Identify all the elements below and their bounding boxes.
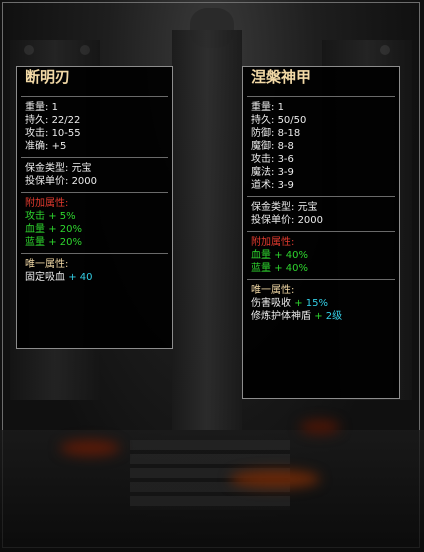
attribute-value: + 40%	[274, 250, 308, 261]
attribute-value: + 20%	[48, 224, 82, 235]
extra-attributes: 附加属性: 攻击 + 5% 血量 + 20% 蓝量 + 20%	[17, 197, 172, 249]
attribute-value: + 5%	[48, 211, 76, 222]
extra-attribute-row: 血量 + 40%	[251, 249, 391, 262]
stat-value: 50/50	[277, 115, 307, 126]
stat-label: 魔御:	[251, 141, 275, 152]
attribute-label: 攻击	[25, 211, 45, 222]
lava-glow	[60, 440, 120, 456]
item-tooltip-armor: 涅槃神甲 重量: 1 持久: 50/50 防御: 8-18 魔御: 8-8 攻击…	[242, 66, 400, 399]
stat-row: 准确: +5	[25, 140, 164, 153]
attribute-value: + 40	[68, 272, 93, 283]
attribute-label: 蓝量	[25, 237, 45, 248]
insurance-value: 元宝	[71, 163, 92, 174]
stat-row: 攻击: 3-6	[251, 153, 391, 166]
lava-glow	[230, 470, 320, 488]
stat-row: 持久: 50/50	[251, 114, 391, 127]
attribute-label: 伤害吸收	[251, 298, 291, 309]
base-stats: 重量: 1 持久: 50/50 防御: 8-18 魔御: 8-8 攻击: 3-6…	[243, 101, 399, 192]
item-name: 断明刃	[25, 68, 71, 86]
insurance-section: 保金类型: 元宝 投保单价: 2000	[243, 201, 399, 227]
base-stats: 重量: 1 持久: 22/22 攻击: 10-55 准确: +5	[17, 101, 172, 153]
stat-row: 持久: 22/22	[25, 114, 164, 127]
stat-row: 魔法: 3-9	[251, 166, 391, 179]
stat-value: 8-18	[277, 128, 301, 139]
divider	[247, 196, 395, 197]
insurance-section: 保金类型: 元宝 投保单价: 2000	[17, 162, 172, 188]
stat-label: 准确:	[25, 141, 49, 152]
extra-attribute-row: 蓝量 + 40%	[251, 262, 391, 275]
stat-label: 持久:	[25, 115, 49, 126]
divider	[247, 279, 395, 280]
unique-attributes-header: 唯一属性:	[251, 285, 295, 296]
stat-value: 10-55	[51, 128, 81, 139]
attribute-label: 固定吸血	[25, 272, 65, 283]
stone-gate	[172, 30, 242, 430]
attribute-value: + 20%	[48, 237, 82, 248]
insurance-value: 元宝	[297, 202, 318, 213]
stat-label: 魔法:	[251, 167, 275, 178]
item-tooltip-weapon: 断明刃 重量: 1 持久: 22/22 攻击: 10-55 准确: +5 保金类…	[16, 66, 173, 349]
insurance-label: 投保单价:	[25, 176, 69, 187]
unique-attribute-row: 伤害吸收 + 15%	[251, 297, 391, 310]
extra-attribute-row: 攻击 + 5%	[25, 210, 164, 223]
stat-value: 3-9	[277, 180, 294, 191]
attribute-label: 蓝量	[251, 263, 271, 274]
divider	[21, 253, 168, 254]
stat-row: 魔御: 8-8	[251, 140, 391, 153]
extra-attributes-header: 附加属性:	[251, 237, 295, 248]
divider	[21, 96, 168, 97]
attribute-value: 2级	[325, 311, 343, 322]
insurance-value: 2000	[297, 215, 324, 226]
attribute-label: 血量	[251, 250, 271, 261]
extra-attributes-header: 附加属性:	[25, 198, 69, 209]
unique-attribute-row: 固定吸血 + 40	[25, 271, 164, 284]
attribute-label: 修炼护体神盾	[251, 311, 311, 322]
divider	[247, 231, 395, 232]
insurance-row: 保金类型: 元宝	[251, 201, 391, 214]
lava-glow	[300, 420, 340, 434]
insurance-value: 2000	[71, 176, 98, 187]
extra-attributes: 附加属性: 血量 + 40% 蓝量 + 40%	[243, 236, 399, 275]
attribute-value: + 40%	[274, 263, 308, 274]
stat-value: 8-8	[277, 141, 294, 152]
stat-value: 1	[51, 102, 58, 113]
insurance-row: 投保单价: 2000	[251, 214, 391, 227]
divider	[21, 157, 168, 158]
attribute-plus: +	[294, 298, 303, 309]
unique-attributes: 唯一属性: 固定吸血 + 40	[17, 258, 172, 284]
insurance-label: 保金类型:	[25, 163, 69, 174]
stat-row: 防御: 8-18	[251, 127, 391, 140]
stat-value: +5	[51, 141, 67, 152]
stat-label: 攻击:	[251, 154, 275, 165]
item-name: 涅槃神甲	[251, 68, 312, 86]
stat-label: 重量:	[251, 102, 275, 113]
insurance-label: 投保单价:	[251, 215, 295, 226]
insurance-row: 投保单价: 2000	[25, 175, 164, 188]
attribute-label: 血量	[25, 224, 45, 235]
stat-label: 道术:	[251, 180, 275, 191]
stat-value: 3-6	[277, 154, 294, 165]
stat-value: 22/22	[51, 115, 81, 126]
divider	[247, 96, 395, 97]
insurance-label: 保金类型:	[251, 202, 295, 213]
stat-row: 重量: 1	[25, 101, 164, 114]
stat-row: 攻击: 10-55	[25, 127, 164, 140]
divider	[21, 192, 168, 193]
stat-label: 攻击:	[25, 128, 49, 139]
unique-attribute-row: 修炼护体神盾 + 2级	[251, 310, 391, 323]
stat-value: 1	[277, 102, 284, 113]
stat-label: 持久:	[251, 115, 275, 126]
unique-attributes-header: 唯一属性:	[25, 259, 69, 270]
unique-attributes: 唯一属性: 伤害吸收 + 15% 修炼护体神盾 + 2级	[243, 284, 399, 323]
insurance-row: 保金类型: 元宝	[25, 162, 164, 175]
extra-attribute-row: 血量 + 20%	[25, 223, 164, 236]
stat-row: 重量: 1	[251, 101, 391, 114]
extra-attribute-row: 蓝量 + 20%	[25, 236, 164, 249]
stat-row: 道术: 3-9	[251, 179, 391, 192]
attribute-value: 15%	[305, 298, 328, 309]
stat-label: 防御:	[251, 128, 275, 139]
stat-label: 重量:	[25, 102, 49, 113]
stat-value: 3-9	[277, 167, 294, 178]
attribute-plus: +	[314, 311, 323, 322]
